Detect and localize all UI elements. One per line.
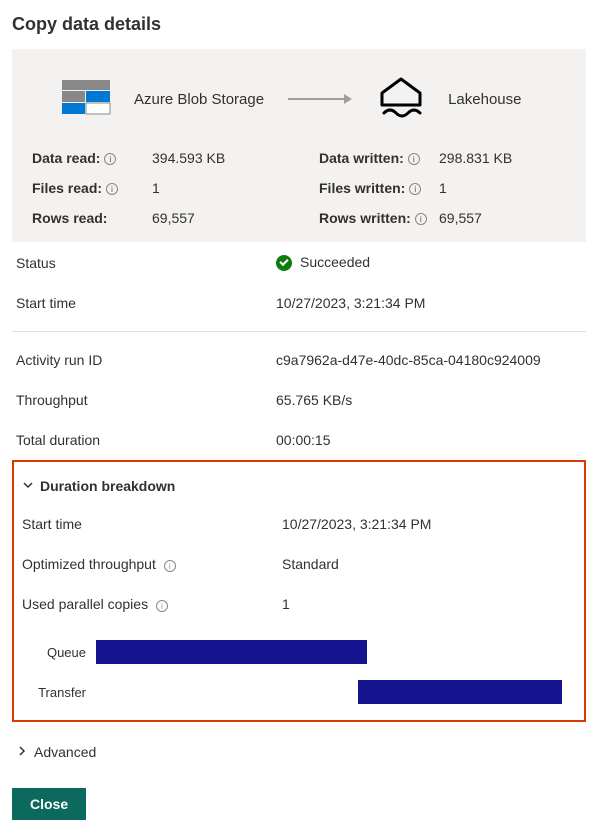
arrow-icon	[280, 92, 360, 108]
files-written-label: Files written:i	[319, 180, 439, 196]
divider	[12, 331, 586, 332]
files-read-label: Files read:i	[32, 180, 152, 196]
transfer-track	[96, 680, 572, 704]
throughput-value: 65.765 KB/s	[276, 392, 582, 408]
queue-label: Queue	[26, 645, 96, 660]
data-flow-row: Azure Blob Storage Lakehouse	[60, 73, 566, 126]
throughput-row: Throughput 65.765 KB/s	[16, 380, 582, 420]
queue-bar	[96, 640, 367, 664]
azure-blob-storage-icon	[60, 76, 112, 123]
starttime-value: 10/27/2023, 3:21:34 PM	[276, 295, 582, 311]
destination-label: Lakehouse	[448, 91, 521, 108]
data-written-value: 298.831 KB	[439, 150, 566, 166]
advanced-header[interactable]: Advanced	[16, 744, 582, 760]
rows-written-value: 69,557	[439, 210, 566, 226]
totaldur-row: Total duration 00:00:15	[16, 420, 582, 460]
runid-value: c9a7962a-d47e-40dc-85ca-04180c924009	[276, 352, 582, 368]
queue-track	[96, 640, 572, 664]
close-button[interactable]: Close	[12, 788, 86, 820]
starttime-label: Start time	[16, 295, 276, 311]
rows-read-value: 69,557	[152, 210, 279, 226]
optthrough-label: Optimized throughput i	[22, 556, 282, 572]
files-written-value: 1	[439, 180, 566, 196]
info-icon[interactable]: i	[156, 600, 168, 612]
advanced-label: Advanced	[34, 744, 96, 760]
transfer-bar	[358, 680, 563, 704]
breakdown-starttime-label: Start time	[22, 516, 282, 532]
status-label: Status	[16, 255, 276, 271]
metrics-left: Data read:i 394.593 KB Files read:i 1 Ro…	[32, 150, 279, 226]
info-icon[interactable]: i	[409, 183, 421, 195]
parallel-value: 1	[282, 596, 576, 612]
optthrough-row: Optimized throughput i Standard	[22, 544, 576, 584]
info-icon[interactable]: i	[104, 153, 116, 165]
summary-panel: Azure Blob Storage Lakehouse Data read:i…	[12, 49, 586, 242]
starttime-row: Start time 10/27/2023, 3:21:34 PM	[16, 283, 582, 323]
duration-breakdown-label: Duration breakdown	[40, 478, 175, 494]
status-row: Status Succeeded	[16, 242, 582, 283]
totaldur-label: Total duration	[16, 432, 276, 448]
rows-written-label: Rows written:i	[319, 210, 439, 226]
duration-breakdown-box: Duration breakdown Start time 10/27/2023…	[12, 460, 586, 722]
status-value: Succeeded	[276, 254, 582, 271]
metrics-grid: Data read:i 394.593 KB Files read:i 1 Ro…	[32, 150, 566, 226]
duration-gantt: Queue Transfer	[26, 640, 572, 704]
rows-read-label: Rows read:	[32, 210, 152, 226]
lakehouse-icon	[376, 73, 426, 126]
runid-row: Activity run ID c9a7962a-d47e-40dc-85ca-…	[16, 340, 582, 380]
info-icon[interactable]: i	[164, 560, 176, 572]
breakdown-starttime-row: Start time 10/27/2023, 3:21:34 PM	[22, 504, 576, 544]
optthrough-value: Standard	[282, 556, 576, 572]
parallel-label: Used parallel copies i	[22, 596, 282, 612]
success-icon	[276, 255, 292, 271]
data-read-label: Data read:i	[32, 150, 152, 166]
breakdown-starttime-value: 10/27/2023, 3:21:34 PM	[282, 516, 576, 532]
throughput-label: Throughput	[16, 392, 276, 408]
info-icon[interactable]: i	[106, 183, 118, 195]
duration-breakdown-header[interactable]: Duration breakdown	[22, 478, 576, 494]
data-read-value: 394.593 KB	[152, 150, 279, 166]
source-label: Azure Blob Storage	[134, 91, 264, 108]
info-icon[interactable]: i	[408, 153, 420, 165]
info-icon[interactable]: i	[415, 213, 427, 225]
parallel-row: Used parallel copies i 1	[22, 584, 576, 624]
data-written-label: Data written:i	[319, 150, 439, 166]
chevron-down-icon	[22, 479, 34, 494]
totaldur-value: 00:00:15	[276, 432, 582, 448]
transfer-label: Transfer	[26, 685, 96, 700]
page-title: Copy data details	[12, 14, 586, 35]
metrics-right: Data written:i 298.831 KB Files written:…	[319, 150, 566, 226]
runid-label: Activity run ID	[16, 352, 276, 368]
chevron-right-icon	[16, 744, 28, 760]
files-read-value: 1	[152, 180, 279, 196]
